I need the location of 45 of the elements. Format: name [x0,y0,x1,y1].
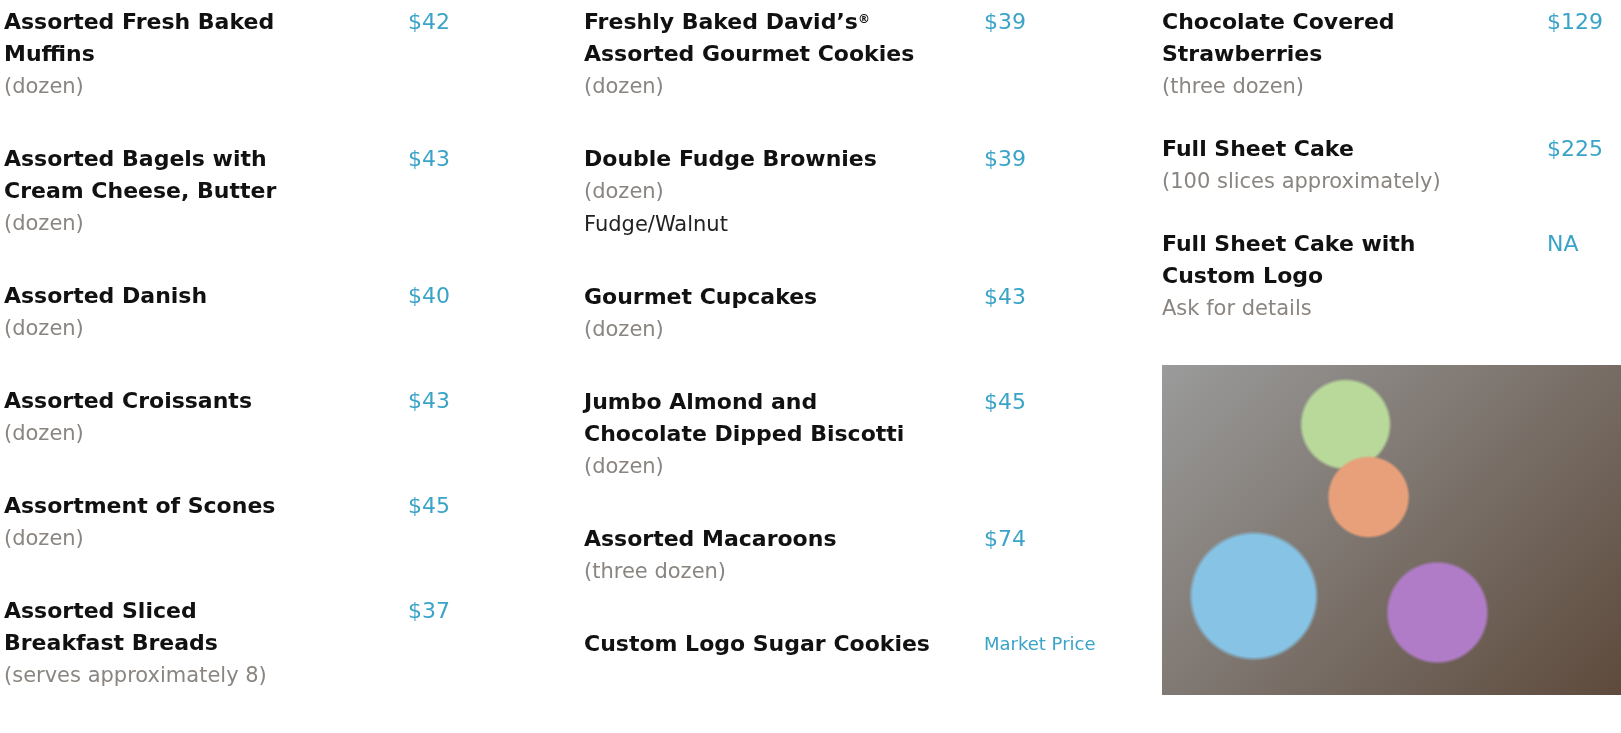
item-price: $42 [408,8,450,36]
item-portion: (dozen) [4,525,85,552]
item-name: Assortment of Scones [4,492,277,520]
item-portion: (dozen) [584,453,665,480]
item-name: Jumbo Almond and Chocolate Dipped Biscotti [584,388,906,448]
item-price: Market Price [984,632,1096,656]
item-price: $39 [984,145,1026,173]
item-price: NA [1547,230,1579,258]
item-note: Fudge/Walnut [584,211,729,238]
item-name: Assorted Bagels with Cream Cheese, Butter [4,145,278,205]
item-price: $45 [408,492,450,520]
item-portion: (dozen) [4,73,85,100]
item-portion: (three dozen) [584,558,728,585]
item-name: Chocolate Covered Strawberries [1162,8,1396,68]
item-portion: (100 slices approximately) [1162,168,1442,195]
item-price: $43 [408,145,450,173]
item-price: $225 [1547,135,1603,163]
item-name: Freshly Baked David’s$^{®}$ Assorted Gourmet Cookies [584,8,916,68]
item-name: Assorted Croissants [4,387,253,415]
item-portion: (dozen) [4,210,85,237]
item-price: $40 [408,282,450,310]
item-name: Assorted Fresh Baked Muffins [4,8,276,68]
item-name: Assorted Danish [4,282,209,310]
item-name: Full Sheet Cake with Custom Logo [1162,230,1417,290]
item-portion: (dozen) [4,420,85,447]
item-name: Double Fudge Brownies [584,145,878,173]
item-name: Assorted Macaroons [584,525,838,553]
item-name: Gourmet Cupcakes [584,283,819,311]
item-portion: (three dozen) [1162,73,1306,100]
item-price: $37 [408,597,450,625]
item-portion: (dozen) [584,73,665,100]
item-price: $39 [984,8,1026,36]
item-price: $43 [984,283,1026,311]
item-name: Full Sheet Cake [1162,135,1355,163]
item-portion: (serves approximately 8) [4,662,268,689]
item-portion: (dozen) [584,316,665,343]
item-portion: (dozen) [584,178,665,205]
item-price: $129 [1547,8,1603,36]
item-price: $45 [984,388,1026,416]
item-name: Assorted Sliced Breakfast Breads [4,597,219,657]
item-price: $43 [408,387,450,415]
item-name: Custom Logo Sugar Cookies [584,630,931,658]
item-price: $74 [984,525,1026,553]
item-portion: (dozen) [4,315,85,342]
item-portion: Ask for details [1162,295,1313,322]
